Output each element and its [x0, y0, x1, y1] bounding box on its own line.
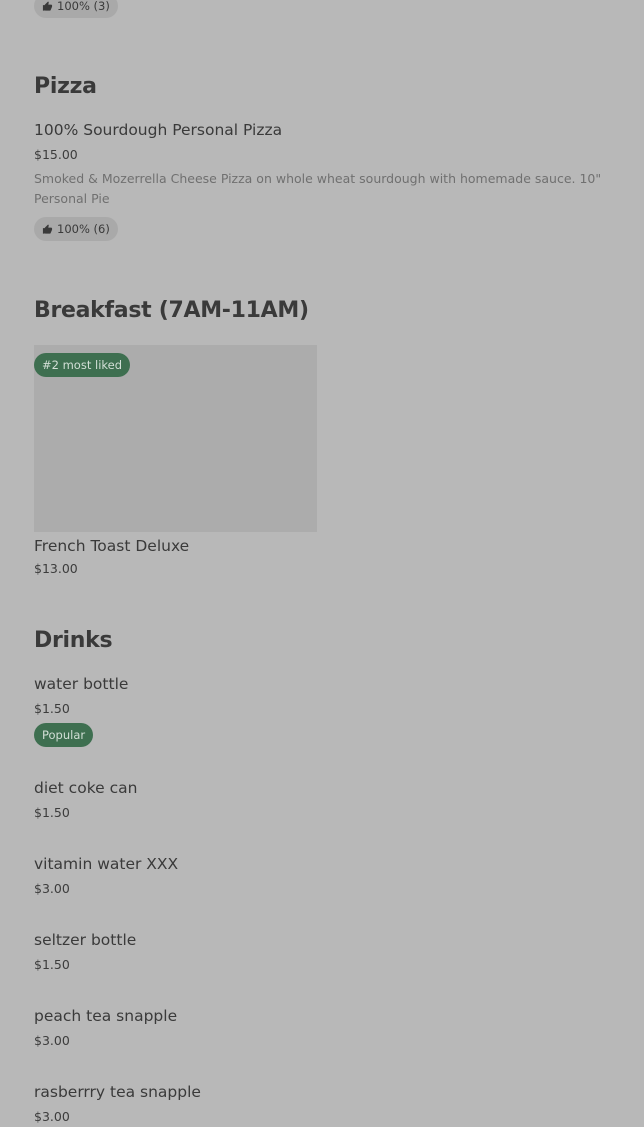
menu-item-price: $13.00	[34, 561, 78, 576]
menu-item-name[interactable]: vitamin water XXX	[34, 855, 178, 873]
menu-item-price: $1.50	[34, 805, 70, 820]
menu-item-name[interactable]: French Toast Deluxe	[34, 537, 189, 555]
menu-item-name[interactable]: rasberrry tea snapple	[34, 1083, 201, 1101]
menu-item-price: $3.00	[34, 881, 70, 896]
menu-item-price: $15.00	[34, 147, 78, 162]
like-rating-pill: 100% (3)	[34, 0, 118, 18]
menu-item-price: $3.00	[34, 1109, 70, 1124]
like-rating-text: 100% (6)	[57, 222, 110, 236]
menu-item-price: $3.00	[34, 1033, 70, 1048]
like-rating-pill: 100% (6)	[34, 217, 118, 241]
menu-item-name[interactable]: 100% Sourdough Personal Pizza	[34, 121, 282, 139]
thumbs-up-icon	[42, 0, 53, 11]
most-liked-badge: #2 most liked	[34, 353, 131, 377]
like-rating-text: 100% (3)	[57, 0, 110, 13]
menu-page: 100% (3) Pizza 100% Sourdough Personal P…	[0, 0, 644, 1127]
menu-item-price: $1.50	[34, 701, 70, 716]
section-title-pizza: Pizza	[34, 74, 97, 99]
menu-item-price: $1.50	[34, 957, 70, 972]
menu-item-name[interactable]: water bottle	[34, 675, 128, 693]
menu-item-name[interactable]: peach tea snapple	[34, 1007, 177, 1025]
section-title-breakfast: Breakfast (7AM-11AM)	[34, 298, 309, 323]
menu-item-name[interactable]: seltzer bottle	[34, 931, 136, 949]
menu-item-description: Smoked & Mozerrella Cheese Pizza on whol…	[34, 171, 602, 206]
section-title-drinks: Drinks	[34, 628, 113, 653]
popular-badge: Popular	[34, 723, 94, 747]
thumbs-up-icon	[42, 223, 53, 234]
menu-item-name[interactable]: diet coke can	[34, 779, 137, 797]
